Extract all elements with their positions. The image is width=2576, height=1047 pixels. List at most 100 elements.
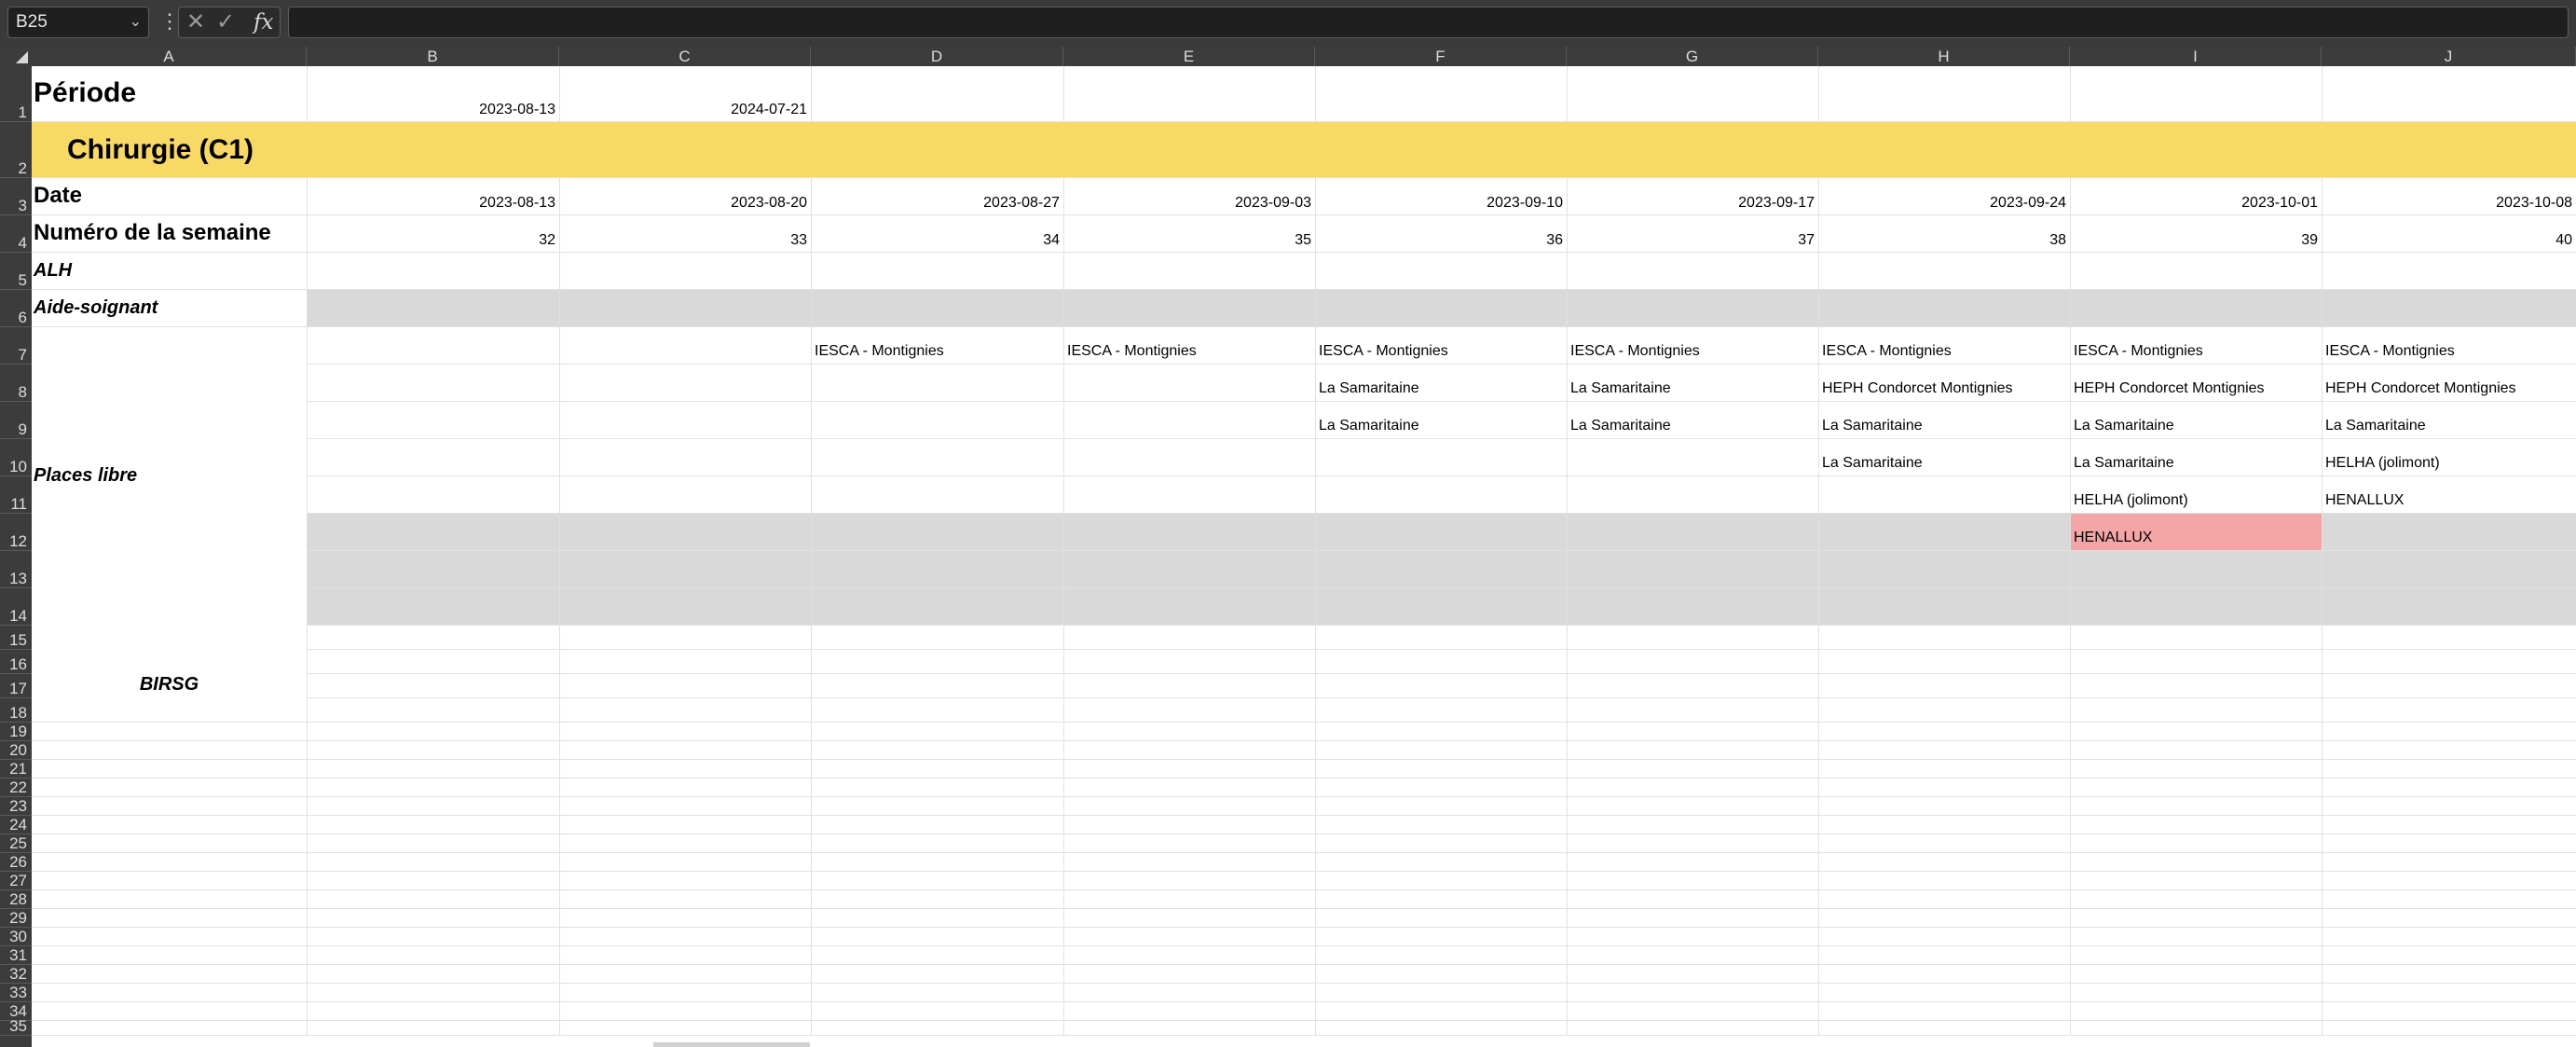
row-header-31[interactable]: 31: [0, 946, 32, 965]
place-entry: HELHA (jolimont): [2325, 455, 2440, 471]
column-header-b[interactable]: B: [307, 47, 559, 66]
row-header-12[interactable]: 12: [0, 514, 32, 551]
column-header-j[interactable]: J: [2322, 47, 2576, 66]
place-entry: La Samaritaine: [1319, 380, 1419, 396]
name-box[interactable]: B25 ⌄: [7, 7, 149, 38]
row-header-14[interactable]: 14: [0, 588, 32, 626]
row-header-18[interactable]: 18: [0, 698, 32, 723]
row-header-11[interactable]: 11: [0, 476, 32, 514]
row-header-33[interactable]: 33: [0, 984, 32, 1002]
row-number: 18: [9, 704, 27, 722]
gridline: [32, 252, 2576, 253]
row-header-6[interactable]: 6: [0, 290, 32, 327]
row-header-2[interactable]: 2: [0, 122, 32, 178]
date-cell: 2023-09-24: [1990, 195, 2066, 211]
week-cell: 40: [2555, 232, 2572, 248]
place-entry: IESCA - Montignies: [2074, 343, 2203, 359]
gray-fill-row-6: [307, 290, 2576, 327]
row-header-25[interactable]: 25: [0, 834, 32, 853]
select-all-corner[interactable]: [0, 47, 32, 66]
week-cell: 33: [790, 232, 807, 248]
gridline: [1818, 178, 1819, 1036]
row-number: 4: [18, 234, 27, 252]
row-header-23[interactable]: 23: [0, 797, 32, 816]
date-cell: 2023-09-03: [1235, 195, 1311, 211]
horizontal-scrollbar-thumb[interactable]: [653, 1042, 810, 1047]
place-entry: IESCA - Montignies: [1570, 343, 1700, 359]
row-header-5[interactable]: 5: [0, 253, 32, 290]
row-header-10[interactable]: 10: [0, 439, 32, 476]
row-header-7[interactable]: 7: [0, 327, 32, 365]
row-header-15[interactable]: 15: [0, 626, 32, 650]
column-header-h[interactable]: H: [1818, 47, 2070, 66]
row-header-20[interactable]: 20: [0, 741, 32, 760]
periode-label: Période: [34, 77, 137, 108]
column-header-g[interactable]: G: [1567, 47, 1818, 66]
place-entry: La Samaritaine: [2074, 418, 2174, 434]
column-header-e[interactable]: E: [1063, 47, 1315, 66]
gridline: [307, 587, 2576, 588]
gridline: [2322, 66, 2323, 122]
function-icon[interactable]: fx: [253, 7, 273, 37]
row-header-21[interactable]: 21: [0, 760, 32, 778]
row-header-4[interactable]: 4: [0, 215, 32, 253]
formula-input[interactable]: [288, 7, 2569, 38]
worksheet-grid[interactable]: Période Chirurgie (C1) Date Numéro de la se…: [32, 66, 2576, 1047]
row-number: 30: [9, 928, 27, 945]
row-header-19[interactable]: 19: [0, 723, 32, 741]
week-cell: 37: [1798, 232, 1815, 248]
row-header-29[interactable]: 29: [0, 909, 32, 928]
week-cell: 39: [2301, 232, 2318, 248]
x-icon[interactable]: ✕: [186, 7, 205, 37]
row-header-27[interactable]: 27: [0, 872, 32, 890]
column-header-i[interactable]: I: [2070, 47, 2322, 66]
row-header-22[interactable]: 22: [0, 778, 32, 797]
row-header-26[interactable]: 26: [0, 853, 32, 872]
row-number: 23: [9, 797, 27, 815]
gridline: [32, 796, 2576, 797]
date-cell: 2023-10-08: [2496, 195, 2572, 211]
gridline: [32, 815, 2576, 816]
gridline: [2322, 178, 2323, 1036]
section-fill-row-2: [32, 122, 2576, 178]
gridline: [2070, 178, 2071, 1036]
row-header-9[interactable]: 9: [0, 402, 32, 439]
check-icon[interactable]: ✓: [216, 7, 235, 37]
row-header-30[interactable]: 30: [0, 928, 32, 946]
gridline: [307, 550, 2576, 551]
row-header-8[interactable]: 8: [0, 365, 32, 402]
place-entry: HENALLUX: [2074, 530, 2153, 545]
gridline: [811, 66, 812, 122]
row-header-32[interactable]: 32: [0, 965, 32, 984]
formula-buttons: ✕ ✓ fx: [178, 7, 281, 38]
column-header-f[interactable]: F: [1315, 47, 1567, 66]
gridline: [307, 625, 2576, 626]
row-header-3[interactable]: 3: [0, 178, 32, 215]
column-header-d[interactable]: D: [811, 47, 1063, 66]
gridline: [32, 121, 2576, 122]
row-header-13[interactable]: 13: [0, 551, 32, 588]
gridline: [32, 964, 2576, 965]
column-header-a[interactable]: A: [32, 47, 307, 66]
gridline: [307, 66, 308, 122]
gridline: [307, 475, 2576, 476]
row-number: 10: [9, 458, 27, 475]
birsg-label: BIRSG: [139, 674, 199, 695]
week-label: Numéro de la semaine: [34, 220, 271, 245]
row-header-16[interactable]: 16: [0, 650, 32, 674]
place-entry: IESCA - Montignies: [1319, 343, 1448, 359]
vertical-ellipsis-icon[interactable]: ⋮: [159, 7, 180, 35]
row-header-28[interactable]: 28: [0, 890, 32, 909]
row-header-1[interactable]: 1: [0, 66, 32, 122]
row-number: 32: [9, 965, 27, 983]
place-entry: IESCA - Montignies: [2325, 343, 2455, 359]
row-header-35[interactable]: 35: [0, 1018, 32, 1036]
periode-end: 2024-07-21: [731, 102, 807, 117]
column-header-c[interactable]: C: [559, 47, 811, 66]
chevron-down-icon[interactable]: ⌄: [130, 7, 142, 37]
week-cell: 35: [1295, 232, 1311, 248]
row-number: 15: [9, 631, 27, 649]
gridline: [32, 927, 2576, 928]
row-header-24[interactable]: 24: [0, 816, 32, 834]
row-header-17[interactable]: 17: [0, 674, 32, 698]
